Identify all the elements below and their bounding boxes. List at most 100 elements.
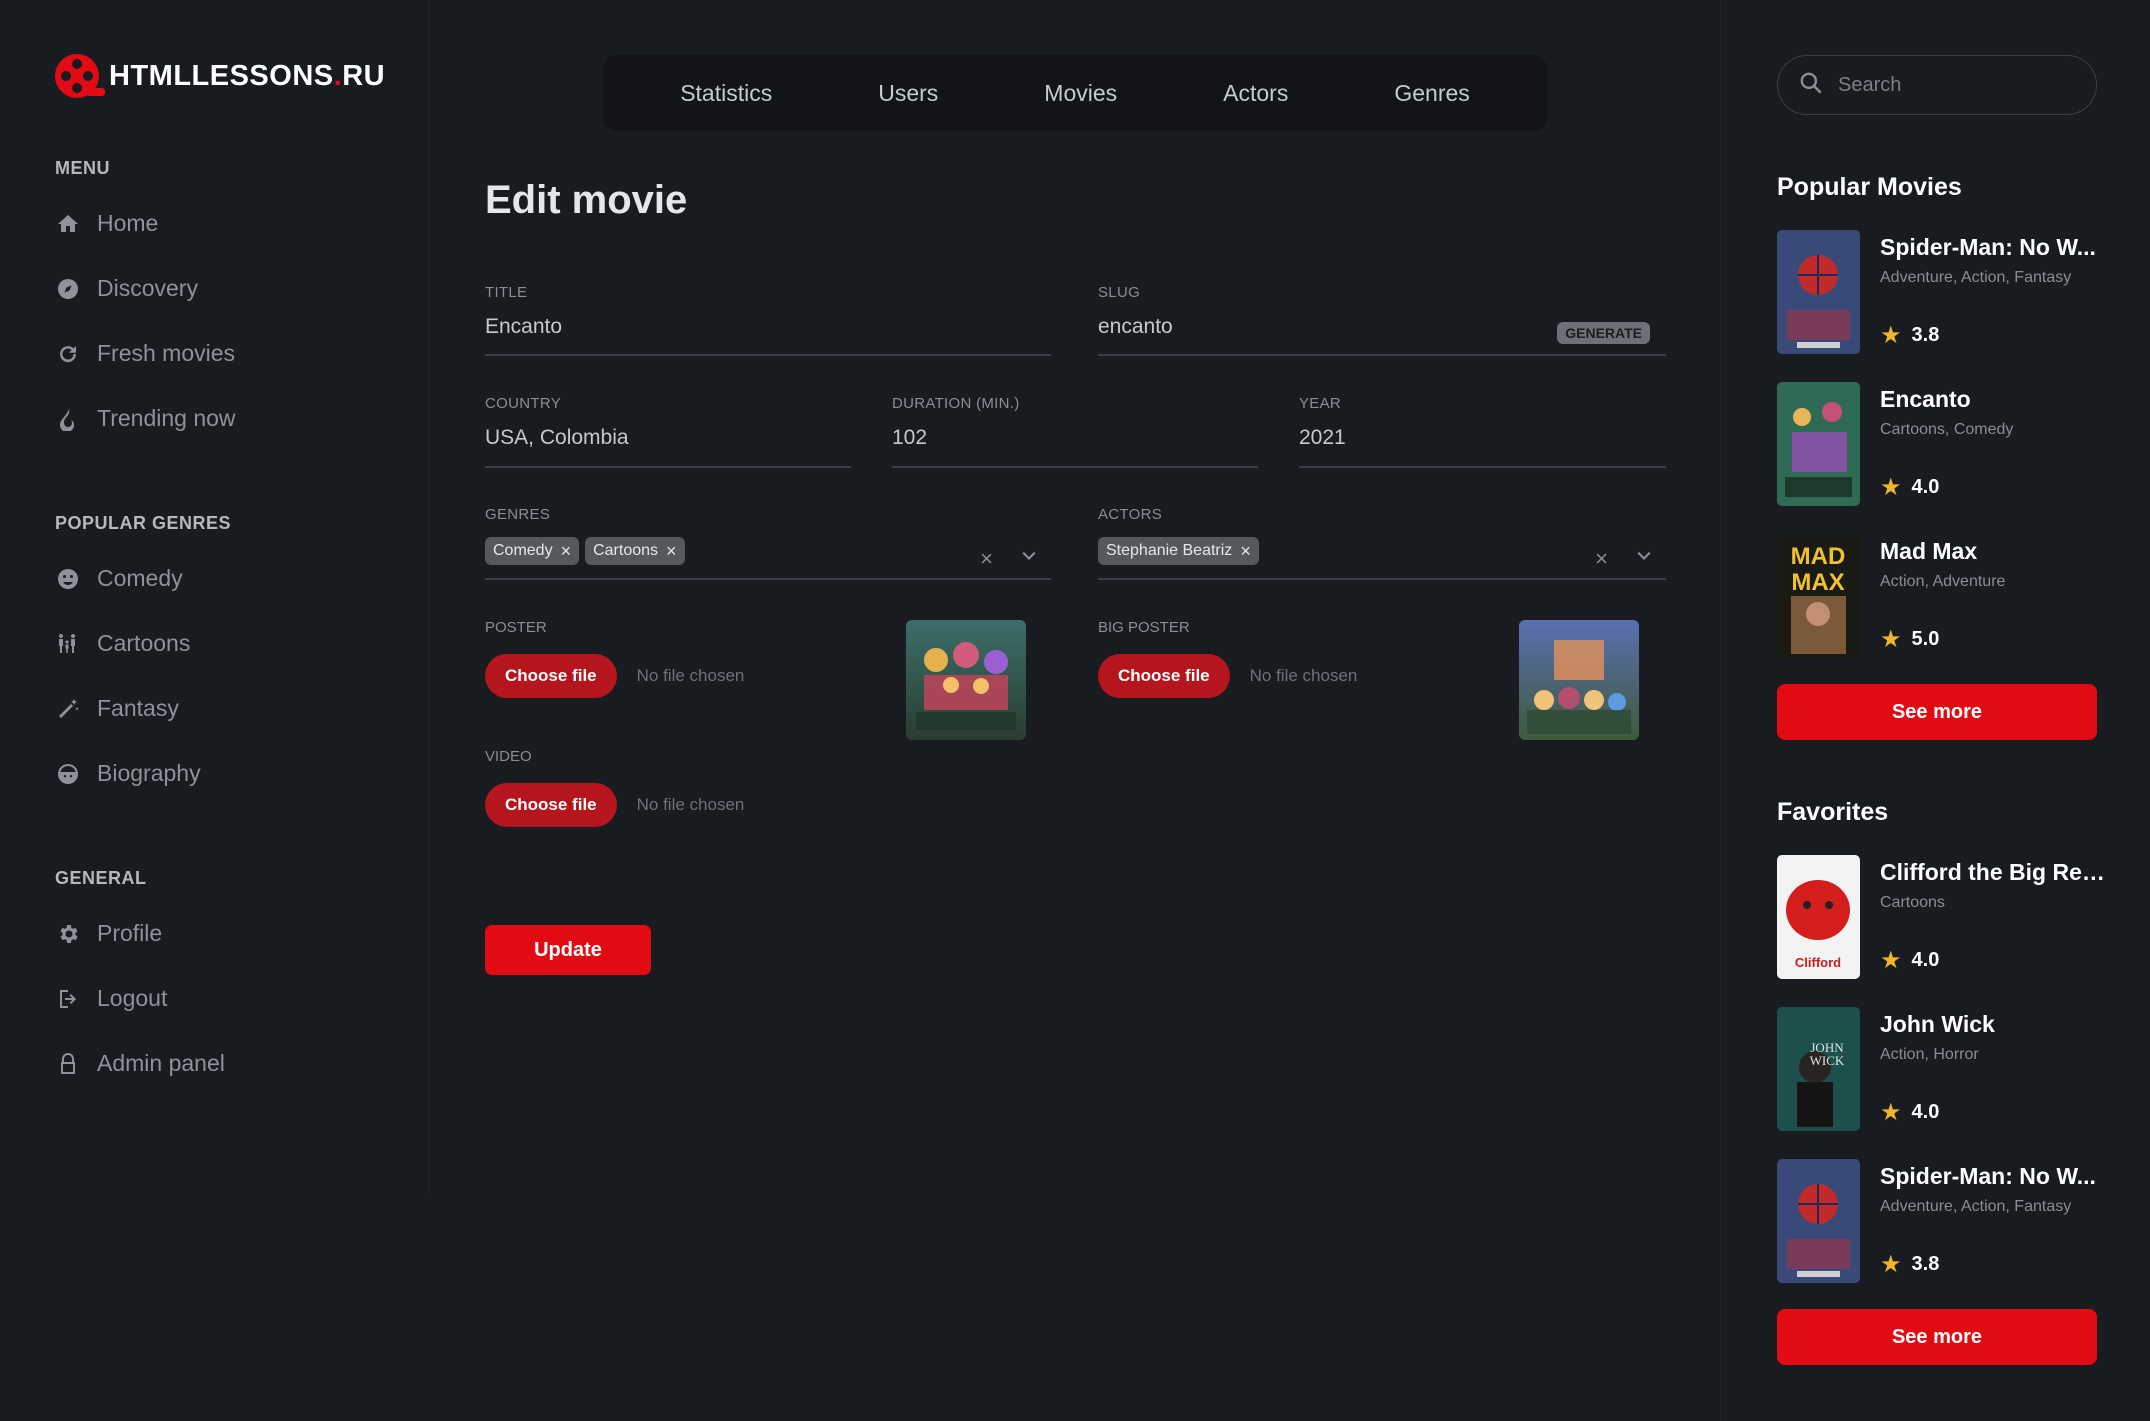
genres-label: GENRES xyxy=(485,506,551,523)
sidebar-item-home[interactable]: Home xyxy=(55,191,236,256)
svg-text:MAD: MAD xyxy=(1791,543,1846,570)
film-reel-icon xyxy=(55,54,105,98)
duration-input[interactable]: 102 xyxy=(892,426,1258,456)
generate-slug-button[interactable]: GENERATE xyxy=(1557,322,1650,344)
sidebar-item-biography[interactable]: Biography xyxy=(55,741,231,806)
sidebar-item-label: Logout xyxy=(97,985,168,1011)
admin-tabs: Statistics Users Movies Actors Genres xyxy=(603,55,1547,131)
sidebar-item-comedy[interactable]: Comedy xyxy=(55,546,231,611)
favorite-movie-item[interactable]: JOHN WICK John Wick Action, Horror ★ 4.0 xyxy=(1777,1007,2107,1131)
choose-video-button[interactable]: Choose file xyxy=(485,783,617,827)
logo-text: HTMLLESSONS.RU xyxy=(109,59,386,92)
remove-chip-icon[interactable]: × xyxy=(1240,542,1251,560)
movie-genres: Adventure, Action, Fantasy xyxy=(1880,1198,2072,1215)
country-input[interactable]: USA, Colombia xyxy=(485,426,851,456)
compass-icon xyxy=(55,276,81,302)
country-label: COUNTRY xyxy=(485,395,561,412)
smile-icon xyxy=(55,566,81,592)
star-icon: ★ xyxy=(1880,322,1902,349)
star-icon: ★ xyxy=(1880,947,1902,974)
menu-title: MENU xyxy=(55,158,110,178)
menu-section: MENU Home Discovery Fresh movies Trendin… xyxy=(55,158,236,451)
favorites-see-more-button[interactable]: See more xyxy=(1777,1309,2097,1365)
choose-poster-button[interactable]: Choose file xyxy=(485,654,617,698)
country-field[interactable]: COUNTRY USA, Colombia xyxy=(485,395,851,468)
logout-icon xyxy=(55,986,81,1012)
year-label: YEAR xyxy=(1299,395,1342,412)
sidebar-item-trending-now[interactable]: Trending now xyxy=(55,386,236,451)
sidebar-item-label: Fantasy xyxy=(97,695,179,721)
movie-title: Clifford the Big Red... xyxy=(1880,859,2107,885)
svg-text:Clifford: Clifford xyxy=(1795,955,1841,970)
actors-select[interactable]: ACTORS Stephanie Beatriz × × xyxy=(1098,506,1666,580)
sidebar-item-label: Profile xyxy=(97,920,163,946)
sidebar-item-label: Admin panel xyxy=(97,1050,225,1076)
search-input[interactable] xyxy=(1838,73,2058,97)
movie-poster: MAD MAX xyxy=(1777,534,1860,658)
poster-label: POSTER xyxy=(485,619,547,636)
sidebar-item-label: Discovery xyxy=(97,275,198,301)
lock-icon xyxy=(55,1051,81,1077)
movie-rating: ★ 4.0 xyxy=(1880,474,1940,501)
title-input[interactable]: Encanto xyxy=(485,315,1051,345)
sidebar-item-fresh-movies[interactable]: Fresh movies xyxy=(55,321,236,386)
star-icon: ★ xyxy=(1880,626,1902,653)
tab-statistics[interactable]: Statistics xyxy=(627,80,825,107)
favorite-movie-item[interactable]: Spider-Man: No W... Adventure, Action, F… xyxy=(1777,1159,2107,1283)
title-label: TITLE xyxy=(485,284,528,301)
sidebar-item-fantasy[interactable]: Fantasy xyxy=(55,676,231,741)
remove-chip-icon[interactable]: × xyxy=(561,542,572,560)
popular-movie-item[interactable]: Spider-Man: No W... Adventure, Action, F… xyxy=(1777,230,2107,354)
year-field[interactable]: YEAR 2021 xyxy=(1299,395,1666,468)
title-field[interactable]: TITLE Encanto xyxy=(485,284,1051,356)
sidebar-item-logout[interactable]: Logout xyxy=(55,966,225,1031)
sidebar-item-label: Trending now xyxy=(97,405,236,431)
sidebar-item-admin-panel[interactable]: Admin panel xyxy=(55,1031,225,1096)
popular-movie-item[interactable]: Encanto Cartoons, Comedy ★ 4.0 xyxy=(1777,382,2107,506)
genres-select[interactable]: GENRES Comedy × Cartoons × × xyxy=(485,506,1051,580)
tab-movies[interactable]: Movies xyxy=(991,80,1170,107)
movie-poster xyxy=(1777,1159,1860,1283)
slug-field[interactable]: SLUG encanto GENERATE xyxy=(1098,284,1666,356)
sidebar-item-label: Comedy xyxy=(97,565,183,591)
favorite-movie-item[interactable]: Clifford Clifford the Big Red... Cartoon… xyxy=(1777,855,2107,979)
choose-big-poster-button[interactable]: Choose file xyxy=(1098,654,1230,698)
chevron-down-icon[interactable] xyxy=(1634,546,1654,572)
movie-rating: ★ 4.0 xyxy=(1880,1099,1940,1126)
sidebar-item-discovery[interactable]: Discovery xyxy=(55,256,236,321)
right-panel: Popular Movies Spider-Man: No W... Adven… xyxy=(1720,0,2150,1421)
sidebar-item-profile[interactable]: Profile xyxy=(55,901,225,966)
popular-movie-item[interactable]: MAD MAX Mad Max Action, Adventure ★ 5.0 xyxy=(1777,534,2107,658)
update-button[interactable]: Update xyxy=(485,925,651,975)
page-title: Edit movie xyxy=(485,178,688,222)
actor-chip: Stephanie Beatriz × xyxy=(1098,537,1259,565)
clear-icon[interactable]: × xyxy=(980,546,993,572)
duration-label: DURATION (MIN.) xyxy=(892,395,1020,412)
movie-poster: Clifford xyxy=(1777,855,1860,979)
movie-poster xyxy=(1777,230,1860,354)
remove-chip-icon[interactable]: × xyxy=(666,542,677,560)
face-icon xyxy=(55,761,81,787)
popular-see-more-button[interactable]: See more xyxy=(1777,684,2097,740)
big-poster-preview xyxy=(1519,620,1639,740)
poster-upload: POSTER Choose file No file chosen xyxy=(485,619,744,698)
sidebar-item-label: Cartoons xyxy=(97,630,191,656)
chevron-down-icon[interactable] xyxy=(1019,546,1039,572)
movie-title: Mad Max xyxy=(1880,538,1978,564)
tab-genres[interactable]: Genres xyxy=(1341,80,1522,107)
logo[interactable]: HTMLLESSONS.RU xyxy=(55,54,385,98)
movie-rating: ★ 5.0 xyxy=(1880,626,1940,653)
tab-actors[interactable]: Actors xyxy=(1170,80,1341,107)
movie-genres: Action, Adventure xyxy=(1880,573,2006,590)
movie-genres: Cartoons, Comedy xyxy=(1880,421,2014,438)
genre-chip: Cartoons × xyxy=(585,537,685,565)
search-box[interactable] xyxy=(1777,55,2097,115)
video-label: VIDEO xyxy=(485,748,532,765)
clear-icon[interactable]: × xyxy=(1595,546,1608,572)
sidebar-item-cartoons[interactable]: Cartoons xyxy=(55,611,231,676)
duration-field[interactable]: DURATION (MIN.) 102 xyxy=(892,395,1258,468)
movie-genres: Adventure, Action, Fantasy xyxy=(1880,269,2072,286)
general-section: GENERAL Profile Logout Admin panel xyxy=(55,868,225,1096)
year-input[interactable]: 2021 xyxy=(1299,426,1666,456)
tab-users[interactable]: Users xyxy=(825,80,991,107)
